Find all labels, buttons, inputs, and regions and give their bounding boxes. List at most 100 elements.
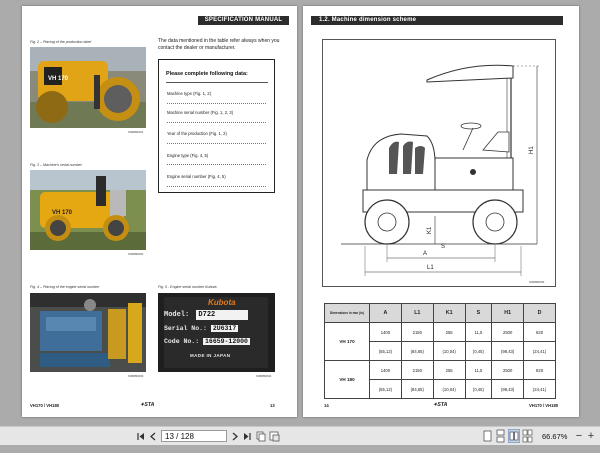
next-page-icon[interactable]	[230, 427, 240, 446]
fig4-caption: Fig. 4 – Placing of the engine serial nu…	[30, 285, 100, 289]
page-number: 14	[324, 403, 329, 408]
form-field-label: Year of the production (Fig. 1, 2)	[167, 131, 227, 136]
table-header: S	[464, 303, 493, 323]
form-field-line	[167, 186, 266, 187]
table-cell: 1400	[369, 360, 402, 380]
diagram-code: S06880003	[529, 280, 545, 284]
dimensions-table: Dimensions in mm (in) A L1 K1 S H1 D VH …	[324, 303, 556, 399]
fig3-caption: Fig. 3 – Machine's serial number	[30, 163, 82, 167]
table-cell: (55,12)	[369, 341, 402, 361]
table-cell: (0,45)	[464, 341, 493, 361]
form-field-line	[167, 122, 266, 123]
continuous-page-icon[interactable]	[495, 427, 506, 446]
page-header: 1.2. Machine dimension scheme	[311, 16, 563, 25]
intro-line: contact the dealer or manufacturer.	[158, 45, 236, 51]
photo-production-label: VH 170	[30, 47, 146, 128]
svg-text:VH 170: VH 170	[52, 210, 73, 216]
table-cell: (10,04)	[432, 341, 466, 361]
zoom-level[interactable]: 66.67%	[542, 427, 567, 446]
sta-logo: ✦STA	[140, 402, 155, 408]
table-header: H1	[491, 303, 525, 323]
table-cell: (10,04)	[432, 379, 466, 399]
form-field-line	[167, 164, 266, 165]
dim-label-s: S	[441, 244, 445, 250]
table-cell: (55,12)	[369, 379, 402, 399]
dim-label-h1: H1	[529, 146, 535, 154]
photo-kubota-plate: Kubota Model: D722 Serial No.: 2U6317 Co…	[158, 293, 275, 372]
plate-code-label: Code No.:	[164, 338, 200, 345]
table-cell: (0,45)	[464, 379, 493, 399]
snapshot-icon[interactable]	[268, 427, 280, 446]
svg-text:VH 170: VH 170	[48, 76, 69, 82]
table-cell: 11,5	[464, 322, 493, 342]
table-cell: (84,65)	[400, 379, 434, 399]
table-cell: (84,65)	[400, 341, 434, 361]
plate-model-value: D722	[196, 310, 249, 320]
two-page-continuous-icon[interactable]	[522, 427, 533, 446]
photo-code: S06880003	[128, 374, 144, 378]
last-page-icon[interactable]	[242, 427, 252, 446]
minus-icon[interactable]: −	[574, 427, 584, 446]
copy-icon[interactable]	[255, 427, 267, 446]
table-cell: (24,41)	[523, 379, 556, 399]
first-page-icon[interactable]	[136, 427, 146, 446]
table-cell: 11,5	[464, 360, 493, 380]
table-model-cell: VH 180	[324, 360, 370, 399]
table-cell: 2150	[400, 360, 434, 380]
page-header: SPECIFICATION MANUAL	[198, 16, 289, 25]
table-header: L1	[400, 303, 434, 323]
viewer-toolbar: 13 / 128 66.67% − +	[0, 426, 600, 445]
table-header: D	[523, 303, 556, 323]
prev-page-icon[interactable]	[148, 427, 158, 446]
fig2-caption: Fig. 2 – Placing of the production label	[30, 40, 92, 44]
table-cell: 1400	[369, 322, 402, 342]
table-cell: 820	[523, 360, 556, 380]
table-cell: 255	[432, 360, 466, 380]
plate-model-label: Model:	[164, 311, 190, 319]
two-page-view-icon[interactable]	[508, 429, 520, 443]
fig5-caption: Fig. 5 - Engine serial number Kubota	[158, 285, 217, 289]
document-page-left: SPECIFICATION MANUAL Fig. 2 – Placing of…	[22, 6, 297, 417]
page-number-input[interactable]: 13 / 128	[161, 430, 227, 442]
plate-made-in: MADE IN JAPAN	[190, 353, 231, 358]
table-cell: (98,43)	[491, 379, 525, 399]
table-header: K1	[432, 303, 466, 323]
form-field-label: Engine type (Fig. 4, 5)	[167, 153, 209, 158]
table-cell: 2500	[491, 322, 525, 342]
dim-label-a: A	[423, 251, 427, 257]
form-title: Please complete following data:	[166, 71, 248, 77]
table-corner-label: Dimensions in mm (in)	[324, 303, 370, 323]
form-field-label: Engine serial number (Fig. 4, 5)	[167, 174, 226, 179]
dim-label-l1: L1	[427, 265, 434, 271]
table-header: A	[369, 303, 402, 323]
dim-label-k1: K1	[427, 226, 433, 234]
photo-code: S06880004	[256, 374, 272, 378]
photo-code: S06880001	[128, 130, 144, 134]
data-entry-form: Please complete following data: Machine …	[158, 59, 275, 193]
form-field-label: Machine type (Fig. 1, 2)	[167, 91, 211, 96]
machine-dimension-diagram: H1 K1 S A L1 S06880003	[322, 39, 556, 287]
single-page-icon[interactable]	[482, 427, 493, 446]
table-model-cell: VH 170	[324, 322, 370, 361]
plus-icon[interactable]: +	[586, 427, 596, 446]
photo-machine-serial: VH 170	[30, 170, 146, 250]
table-cell: 2150	[400, 322, 434, 342]
table-cell: 255	[432, 322, 466, 342]
sta-logo: ✦STA	[433, 402, 448, 408]
form-field-label: Machine serial number (Fig. 1, 2, 3)	[167, 110, 234, 115]
form-field-line	[167, 103, 266, 104]
plate-code-value: 16659-12000	[203, 338, 250, 345]
table-cell: 2500	[491, 360, 525, 380]
table-row: VH 170 1400 2150 255 11,5 2500 620	[324, 322, 556, 361]
photo-code: S06880002	[128, 252, 144, 256]
plate-serial-label: Serial No.:	[164, 325, 207, 332]
table-cell: 620	[523, 322, 556, 342]
form-field-line	[167, 143, 266, 144]
plate-serial-value: 2U6317	[210, 325, 239, 332]
footer-model: VH170 / VH180	[529, 403, 559, 408]
table-cell: (24,41)	[523, 341, 556, 361]
document-page-right: 1.2. Machine dimension scheme H1 K1 S A …	[303, 6, 579, 417]
table-cell: (98,43)	[491, 341, 525, 361]
table-row: VH 180 1400 2150 255 11,5 2500 820	[324, 360, 556, 399]
intro-line: The data mentioned in the table refer al…	[158, 38, 280, 44]
